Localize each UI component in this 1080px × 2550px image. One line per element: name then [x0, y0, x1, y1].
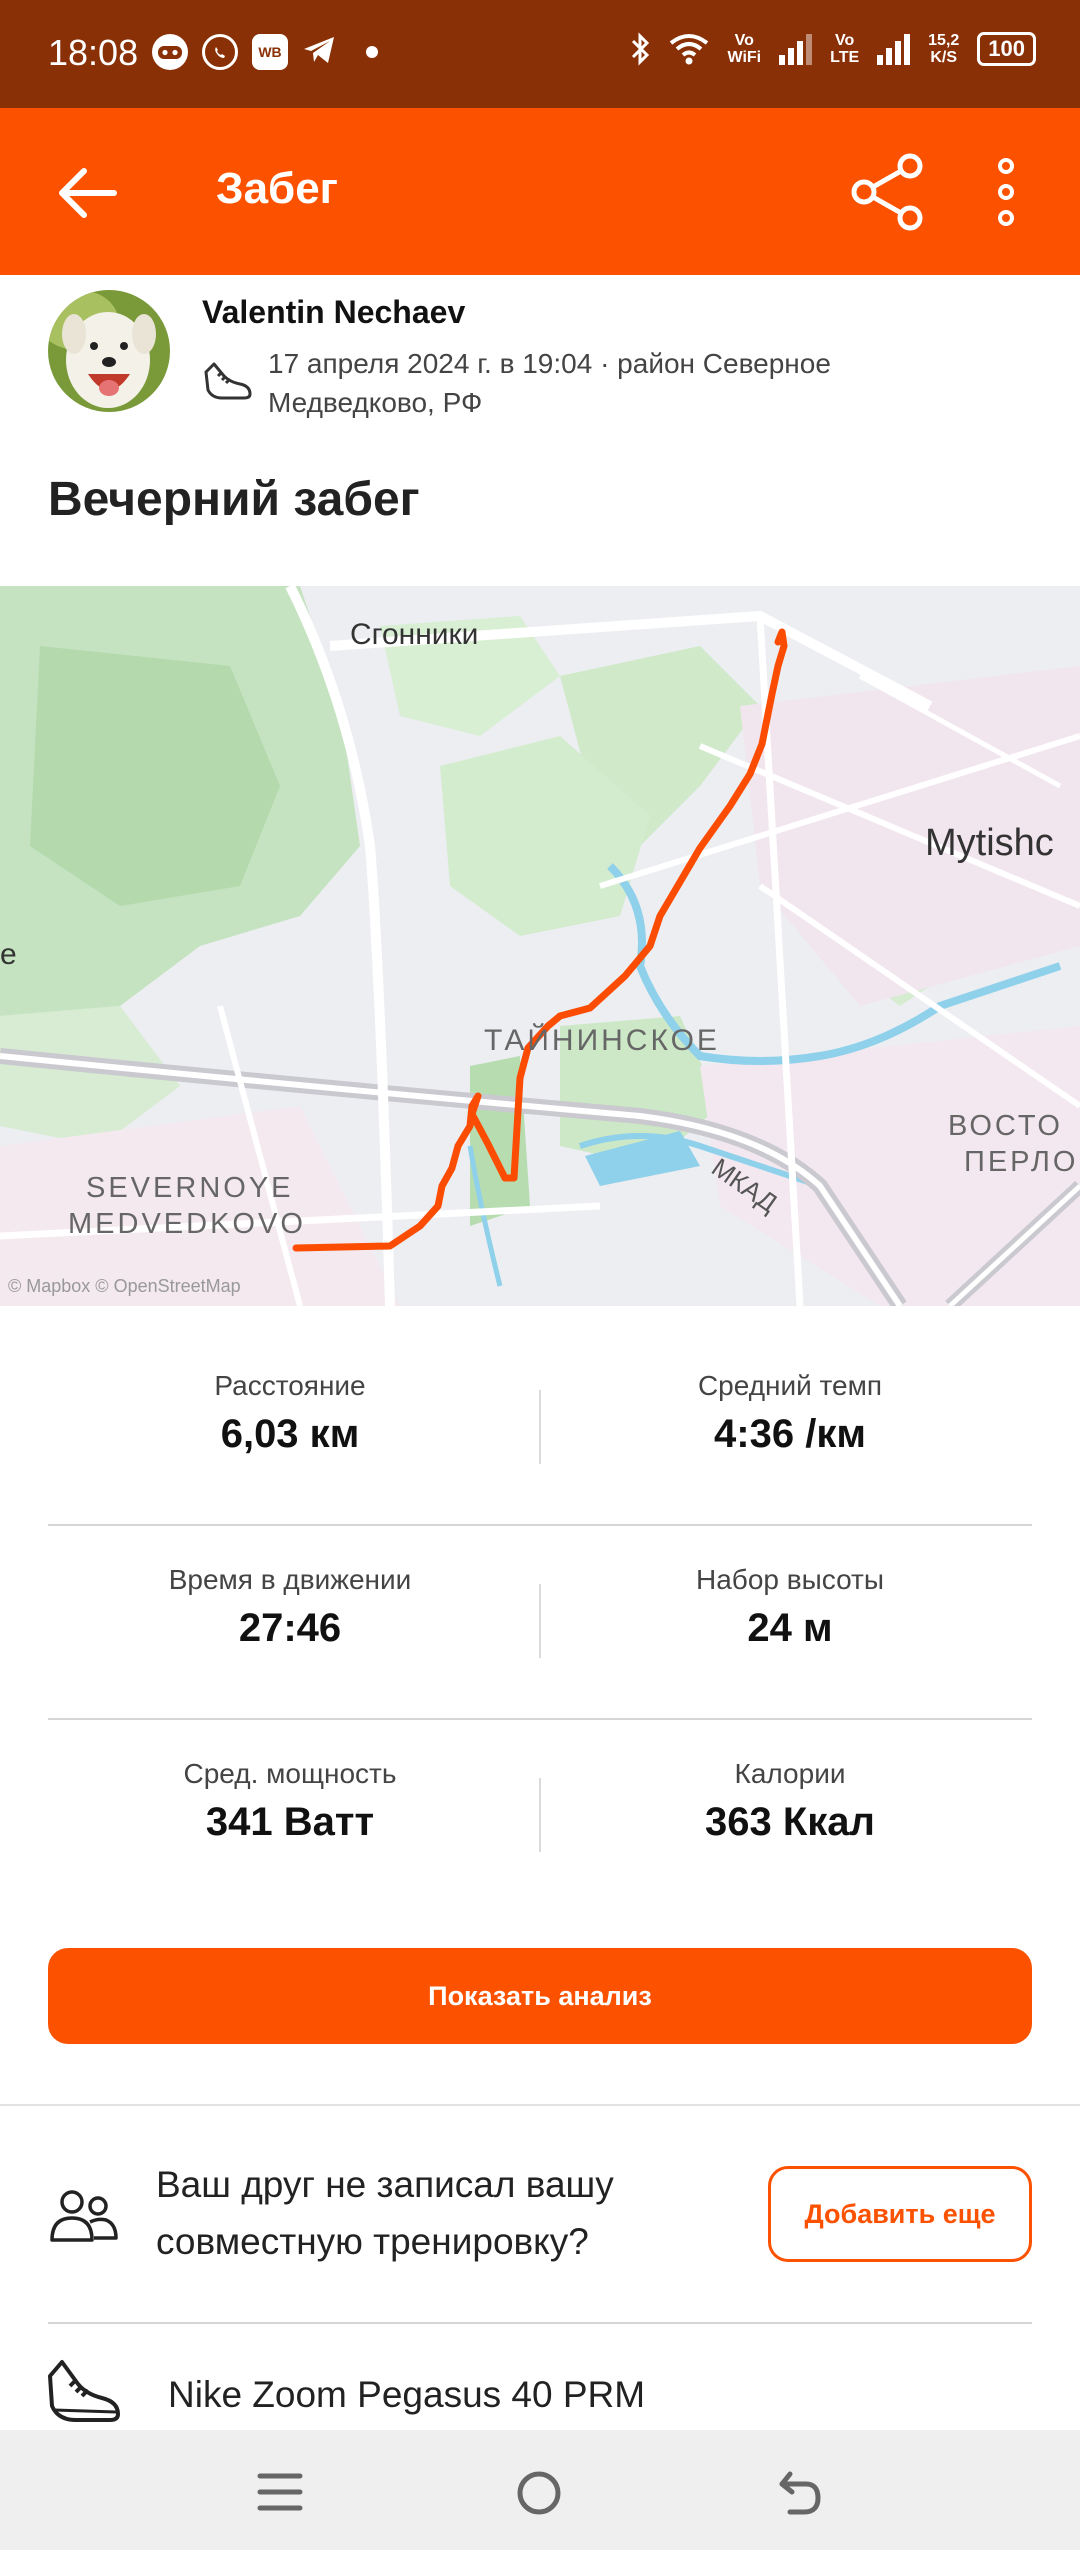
- share-icon[interactable]: [850, 152, 926, 232]
- robot-app-icon: [152, 34, 188, 70]
- map-label-sgonniki: Сгонники: [350, 618, 479, 651]
- stat-value: 4:36 /км: [714, 1412, 866, 1456]
- run-shoe-icon: [204, 362, 252, 400]
- map-label-severnoye: SEVERNOYE: [86, 1172, 294, 1204]
- gear-name[interactable]: Nike Zoom Pegasus 40 PRM: [168, 2374, 645, 2416]
- more-notifications-dot: [366, 46, 378, 58]
- row-divider: [48, 2322, 1032, 2324]
- status-bar: 18:08 WB Vo WiFi Vo LTE 15,2 K/S 100: [0, 0, 1080, 108]
- map-label-edge: e: [0, 938, 17, 971]
- add-more-button[interactable]: Добавить еще: [768, 2166, 1032, 2262]
- page-title: Забег: [216, 164, 339, 213]
- stat-label: Расстояние: [214, 1370, 366, 1401]
- show-analysis-button[interactable]: Показать анализ: [48, 1948, 1032, 2044]
- notification-icons: WB: [152, 34, 378, 70]
- stat-calories: Калории 363 Ккал: [540, 1758, 1040, 1845]
- stat-moving-time: Время в движении 27:46: [40, 1564, 540, 1651]
- friends-icon: [50, 2190, 118, 2242]
- wb-app-icon: WB: [252, 34, 288, 70]
- avatar[interactable]: [48, 290, 170, 412]
- map-copyright: © Mapbox © OpenStreetMap: [8, 1276, 241, 1296]
- athlete-name[interactable]: Valentin Nechaev: [202, 294, 465, 331]
- map-label-tayninskoe: ТАЙНИНСКОЕ: [484, 1024, 720, 1057]
- telegram-icon: [302, 35, 336, 70]
- stat-value: 6,03 км: [220, 1412, 360, 1456]
- more-options-icon[interactable]: [984, 152, 1028, 232]
- row-divider: [48, 1524, 1032, 1526]
- system-back-icon[interactable]: [776, 2466, 824, 2518]
- map-label-mytishchi: Mytishc: [925, 822, 1054, 864]
- stat-distance: Расстояние 6,03 км: [40, 1370, 540, 1457]
- activity-title: Вечерний забег: [48, 473, 420, 526]
- stat-label: Набор высоты: [696, 1564, 884, 1595]
- stat-elevation-gain: Набор высоты 24 м: [540, 1564, 1040, 1651]
- signal-strength-icon-2: [877, 33, 911, 65]
- wifi-icon: [670, 34, 709, 65]
- status-indicators: Vo WiFi Vo LTE 15,2 K/S 100: [629, 32, 1036, 66]
- stat-label: Время в движении: [168, 1564, 412, 1595]
- system-nav-bar: [0, 2430, 1080, 2550]
- map-label-medvedkovo: MEDVEDKOVO: [68, 1208, 306, 1240]
- map-label-vosto: ВОСТО: [948, 1110, 1063, 1142]
- stat-value: 363 Ккал: [705, 1800, 875, 1844]
- shoe-icon: [48, 2360, 120, 2422]
- home-icon[interactable]: [516, 2470, 562, 2516]
- section-divider: [0, 2104, 1080, 2106]
- bluetooth-icon: [632, 32, 650, 66]
- stat-value: 341 Ватт: [205, 1800, 375, 1844]
- recent-apps-icon[interactable]: [256, 2470, 304, 2514]
- network-speed: 15,2 K/S: [928, 32, 960, 66]
- missing-friend-prompt: Ваш друг не записал вашу совместную трен…: [156, 2164, 614, 2262]
- row-divider: [48, 1718, 1032, 1720]
- stat-label: Калории: [734, 1758, 846, 1789]
- vowifi-indicator: Vo WiFi: [727, 32, 762, 66]
- app-bar: Забег: [0, 108, 1080, 275]
- stat-avg-power: Сред. мощность 341 Ватт: [40, 1758, 540, 1845]
- stat-label: Сред. мощность: [183, 1758, 397, 1789]
- stat-value: 24 м: [747, 1606, 833, 1650]
- stat-label: Средний темп: [697, 1370, 883, 1401]
- map-label-perlo: ПЕРЛО: [964, 1146, 1079, 1178]
- signal-strength-icon: [779, 33, 813, 65]
- battery-icon: 100: [977, 32, 1036, 66]
- stat-avg-pace: Средний темп 4:36 /км: [540, 1370, 1040, 1457]
- back-arrow-icon[interactable]: [52, 158, 122, 228]
- route-map[interactable]: Сгонники Mytishc ТАЙНИНСКОЕ SEVERNOYE ME…: [0, 586, 1080, 1306]
- activity-date-location: 17 апреля 2024 г. в 19:04 · район Северн…: [268, 348, 831, 418]
- stat-value: 27:46: [238, 1606, 342, 1650]
- whatsapp-icon: [202, 34, 238, 70]
- status-time: 18:08: [48, 32, 139, 73]
- volte-indicator: Vo LTE: [830, 32, 860, 66]
